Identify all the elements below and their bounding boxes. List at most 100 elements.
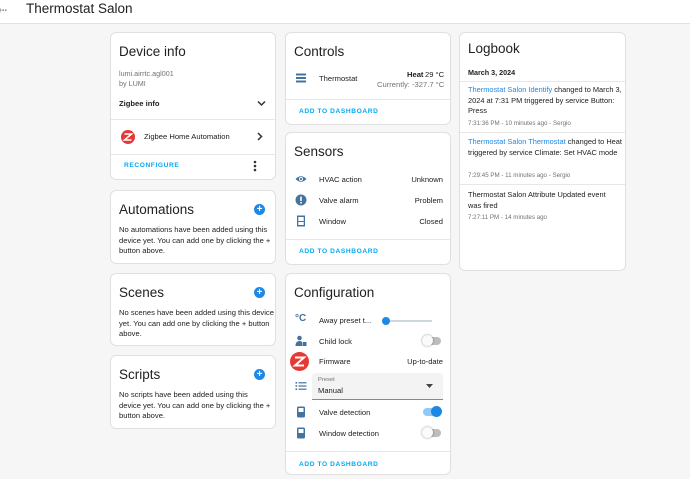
scripts-title: Scripts: [119, 367, 161, 382]
controls-add-to-dashboard[interactable]: ADD TO DASHBOARD: [299, 108, 378, 115]
divider: [460, 184, 625, 185]
divider: [111, 154, 275, 155]
child-lock-toggle[interactable]: [422, 335, 441, 346]
zigbee-info-expander[interactable]: Zigbee info: [111, 95, 275, 113]
sensors-add-to-dashboard[interactable]: ADD TO DASHBOARD: [299, 248, 378, 255]
window-detection-label: Window detection: [319, 429, 379, 438]
list-icon: [295, 382, 307, 390]
device-info-card: Device info lumi.airrtc.agl001 by LUMI Z…: [110, 32, 276, 180]
device-manufacturer: by LUMI: [119, 79, 146, 88]
logbook-entry-meta: 7:29:45 PM - 11 minutes ago - Sergio: [468, 172, 571, 179]
alert-icon: [295, 194, 307, 206]
configuration-add-to-dashboard[interactable]: ADD TO DASHBOARD: [299, 461, 378, 468]
logbook-card: Logbook March 3, 2024 Thermostat Salon I…: [459, 32, 626, 271]
logbook-entry-text: Thermostat Salon Identify changed to Mar…: [468, 85, 623, 117]
logbook-entry: Thermostat Salon Thermostat changed to H…: [460, 135, 625, 183]
page-title: Thermostat Salon: [26, 1, 133, 16]
integration-name: Zigbee Home Automation: [144, 132, 230, 141]
chevron-right-icon: [257, 132, 263, 141]
more-vert-icon[interactable]: [253, 160, 257, 172]
divider: [286, 451, 450, 452]
logbook-entry-text: Thermostat Salon Thermostat changed to H…: [468, 137, 623, 158]
window-detection-toggle[interactable]: [422, 427, 441, 438]
thermostat-icon: [296, 73, 306, 83]
away-preset-row: °C Away preset t...: [286, 312, 450, 328]
valve-detection-toggle[interactable]: [423, 406, 442, 417]
sensor-name: HVAC action: [319, 175, 362, 184]
top-bar: ⇠ Thermostat Salon: [0, 0, 690, 24]
sensor-row[interactable]: Valve alarm Problem: [286, 192, 450, 208]
add-scene-plus-icon[interactable]: +: [254, 287, 265, 298]
sensors-card: Sensors HVAC action Unknown Valve alarm …: [285, 132, 451, 265]
thermostat-row[interactable]: Thermostat Heat 29 °C Currently: -327.7 …: [286, 69, 450, 91]
preset-select[interactable]: Preset Manual: [312, 373, 443, 400]
away-preset-slider[interactable]: [382, 317, 432, 325]
logbook-entry-text: Thermostat Salon Attribute Updated event…: [468, 190, 606, 210]
sensor-value: Unknown: [411, 175, 443, 184]
window-icon: [297, 215, 305, 227]
scenes-card: Scenes + No scenes have been added using…: [110, 273, 276, 346]
configuration-title: Configuration: [294, 285, 375, 300]
divider: [286, 99, 450, 100]
sensor-value: Closed: [419, 217, 443, 226]
sensor-row[interactable]: Window Closed: [286, 213, 450, 229]
zigbee-integration-row[interactable]: Zigbee Home Automation: [111, 128, 275, 146]
reconfigure-button[interactable]: RECONFIGURE: [124, 162, 179, 169]
sensor-value: Problem: [414, 196, 443, 205]
device-info-title: Device info: [119, 44, 186, 59]
valve-detection-row: Valve detection: [286, 404, 450, 420]
thermostat-target: 29 °C: [425, 70, 445, 79]
automations-title: Automations: [119, 202, 195, 217]
preset-value: Manual: [318, 386, 343, 395]
dropdown-arrow-icon: [426, 384, 433, 388]
configuration-card: Configuration °C Away preset t... Child …: [285, 273, 451, 475]
sensor-name: Window: [319, 217, 347, 226]
add-automation-plus-icon[interactable]: +: [254, 204, 265, 215]
divider: [460, 132, 625, 133]
automations-card: Automations + No automations have been a…: [110, 190, 276, 264]
device-model: lumi.airrtc.agl001: [119, 69, 174, 78]
logbook-date: March 3, 2024: [468, 68, 516, 77]
scenes-title: Scenes: [119, 285, 165, 300]
window-detection-icon: [297, 427, 305, 439]
automations-empty-text: No automations have been added using thi…: [119, 225, 271, 256]
zigbee-logo-icon: [290, 352, 309, 371]
sensor-name: Valve alarm: [319, 196, 359, 205]
thermostat-current: Currently: -327.7 °C: [377, 80, 445, 89]
slider-handle[interactable]: [382, 317, 390, 325]
logbook-entry: Thermostat Salon Attribute Updated event…: [460, 188, 625, 228]
firmware-label: Firmware: [319, 357, 351, 366]
logbook-entry-meta: 7:27:11 PM - 14 minutes ago: [468, 214, 547, 221]
child-lock-row: Child lock: [286, 333, 450, 349]
controls-card: Controls Thermostat Heat 29 °C Currently…: [285, 32, 451, 125]
back-arrow-icon[interactable]: ⇠: [0, 3, 7, 17]
valve-icon: [297, 406, 305, 418]
scripts-empty-text: No scripts have been added using this de…: [119, 390, 271, 421]
thermometer-celsius-icon: °C: [295, 313, 307, 324]
thermostat-mode: Heat: [407, 70, 424, 79]
child-lock-icon: [295, 335, 307, 346]
zigbee-logo-icon: [121, 130, 135, 144]
window-detection-row: Window detection: [286, 425, 450, 441]
logbook-entry-meta: 7:31:36 PM - 10 minutes ago - Sergio: [468, 120, 571, 127]
logbook-entity-link[interactable]: Thermostat Salon Thermostat: [468, 137, 566, 146]
child-lock-label: Child lock: [319, 337, 352, 346]
chevron-down-icon: [257, 100, 266, 107]
divider: [460, 81, 625, 82]
sensors-title: Sensors: [294, 144, 344, 159]
scenes-empty-text: No scenes have been added using this dev…: [119, 308, 274, 339]
controls-title: Controls: [294, 44, 345, 59]
firmware-row[interactable]: Firmware Up-to-date: [286, 352, 450, 371]
zigbee-info-label: Zigbee info: [119, 99, 160, 108]
away-preset-label: Away preset t...: [319, 316, 372, 325]
divider: [286, 239, 450, 240]
divider: [111, 119, 275, 120]
sensor-row[interactable]: HVAC action Unknown: [286, 171, 450, 187]
preset-label: Preset: [318, 377, 335, 383]
logbook-entry: Thermostat Salon Identify changed to Mar…: [460, 83, 625, 133]
thermostat-name: Thermostat: [319, 74, 358, 83]
logbook-entity-link[interactable]: Thermostat Salon Identify: [468, 85, 552, 94]
eye-icon: [295, 176, 307, 182]
firmware-value: Up-to-date: [407, 357, 443, 366]
add-script-plus-icon[interactable]: +: [254, 369, 265, 380]
